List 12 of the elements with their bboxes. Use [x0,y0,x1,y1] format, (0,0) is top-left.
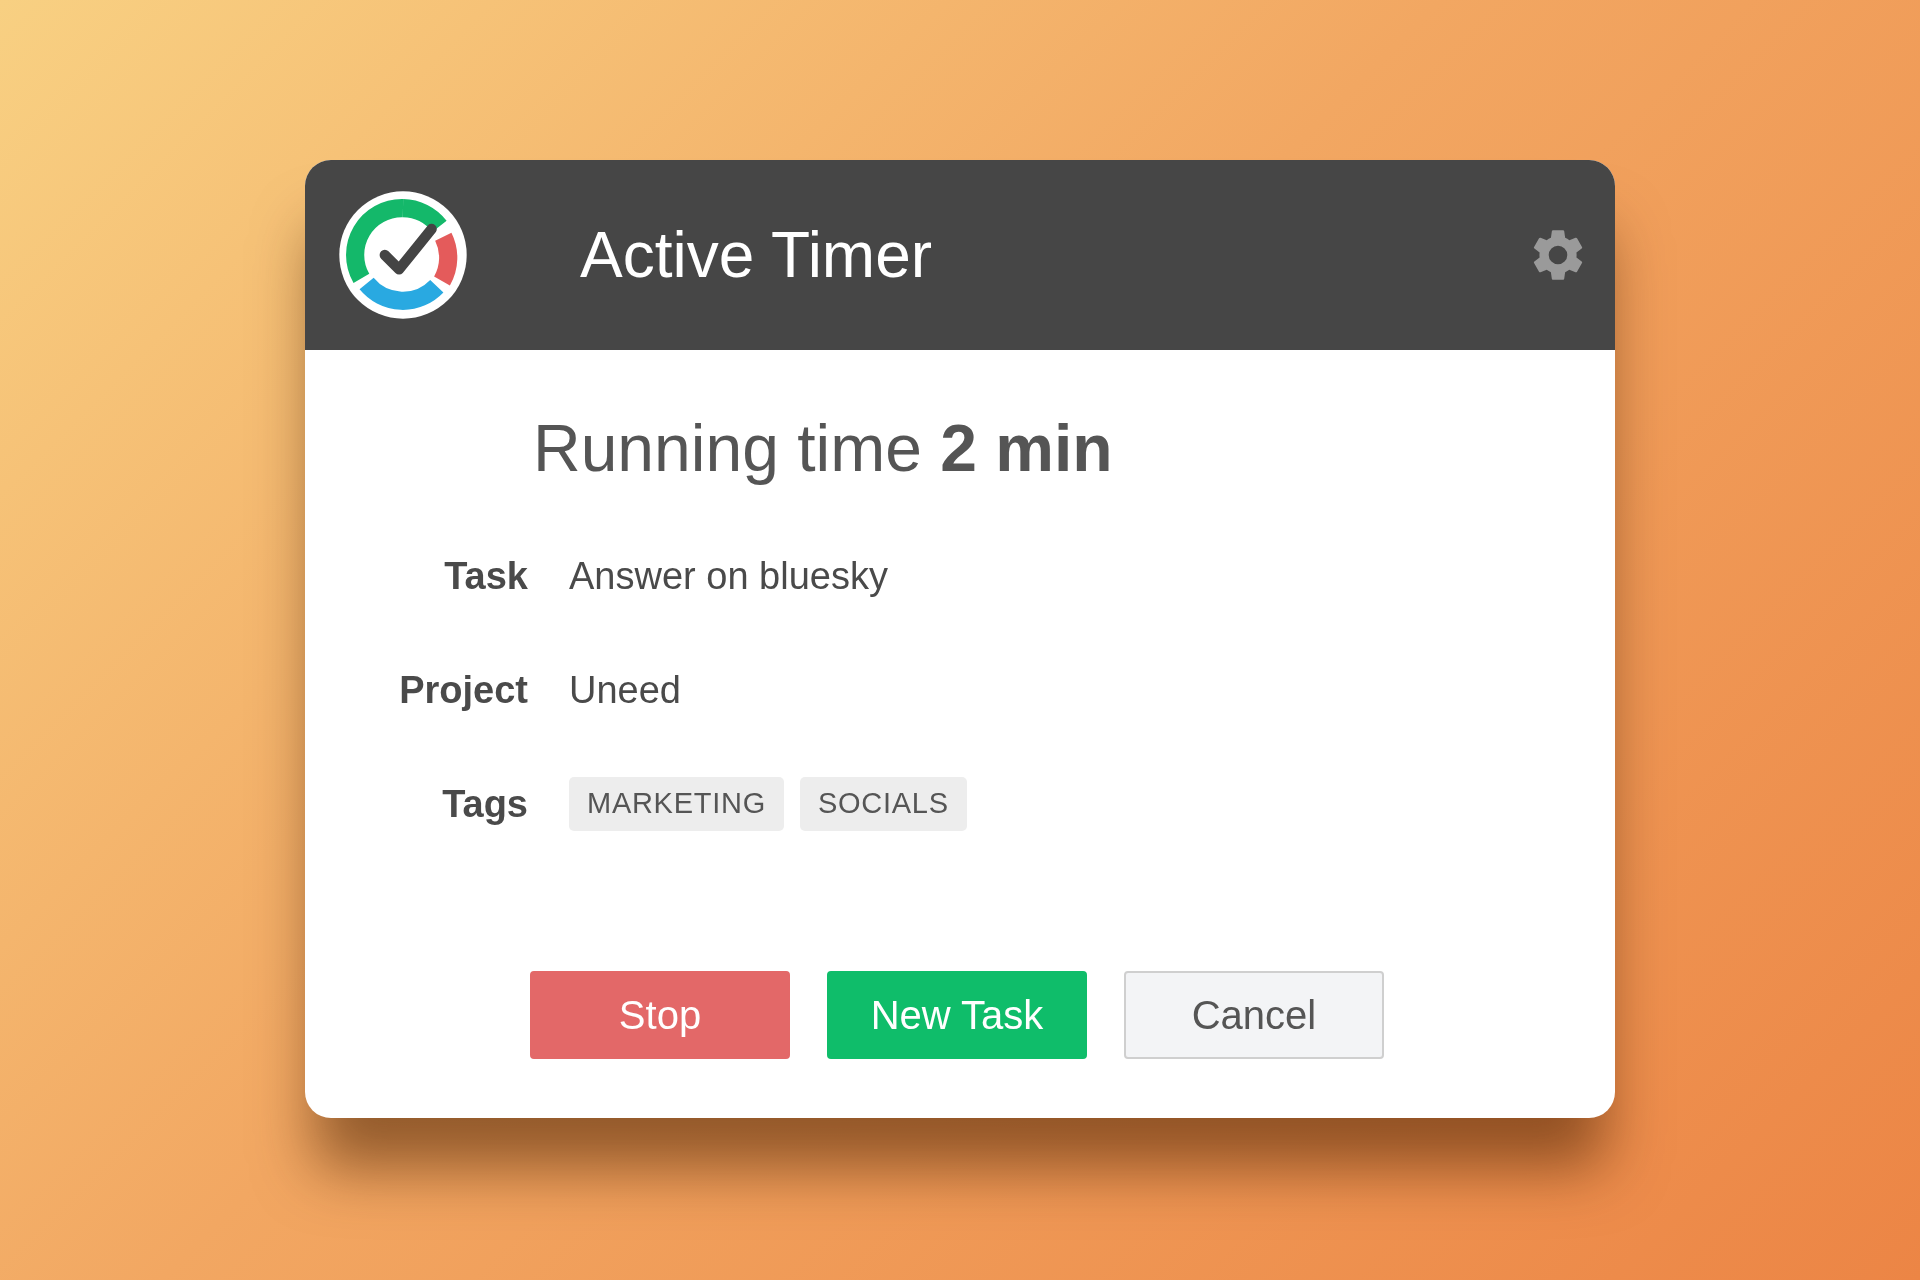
field-label: Task [443,553,528,599]
action-button[interactable]: Cancel [1124,971,1384,1059]
logo-icon [338,190,468,320]
tag-chip: MARKETING [569,777,784,831]
action-button[interactable]: Stop [530,971,790,1059]
field-label: Tags [441,781,528,827]
action-button[interactable]: New Task [827,971,1087,1059]
field-value: Answer on bluesky [569,553,888,599]
field-value: Uneed [569,667,681,713]
tag-chip: SOCIALS [799,777,967,831]
field-label: Project [398,667,528,713]
window-title: Active Timer [580,218,934,293]
